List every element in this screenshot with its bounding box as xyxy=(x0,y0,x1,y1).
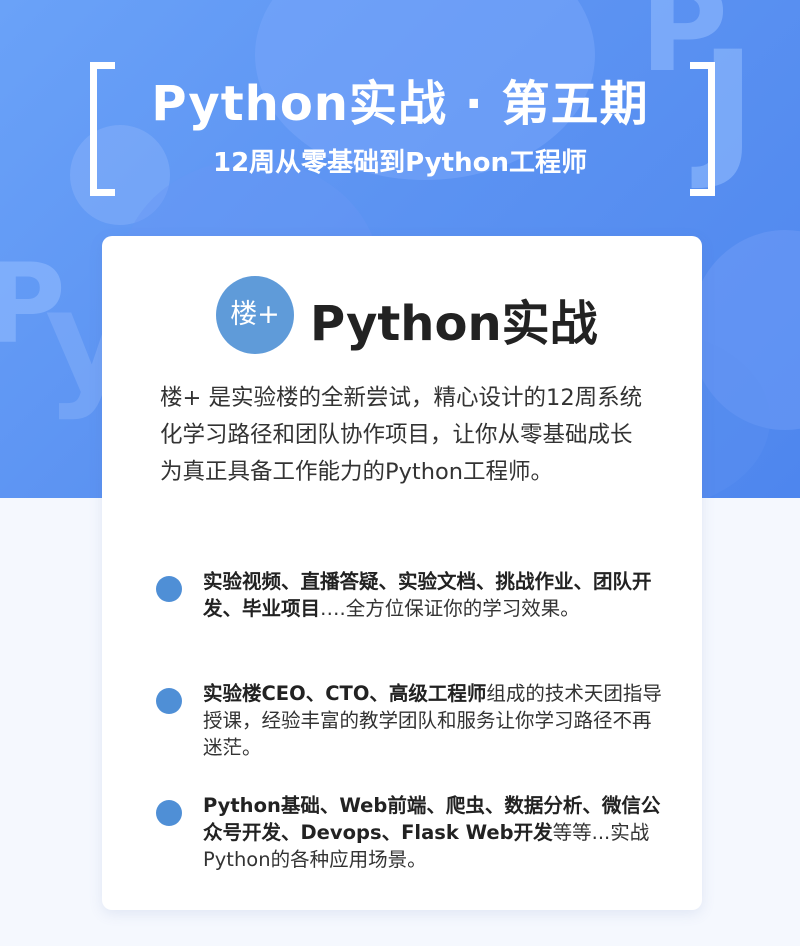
feature-highlight: 实验楼CEO、CTO、高级工程师 xyxy=(203,682,487,705)
feature-rest: ….全方位保证你的学习效果。 xyxy=(320,597,580,620)
feature-text: Python基础、Web前端、爬虫、数据分析、微信公众号开发、Devops、Fl… xyxy=(203,792,663,873)
brand-row: 楼+ Python实战 xyxy=(216,276,616,356)
course-description: 楼+ 是实验楼的全新尝试，精心设计的12周系统化学习路径和团队协作项目，让你从零… xyxy=(160,385,643,485)
feature-text: 实验视频、直播答疑、实验文档、挑战作业、团队开发、毕业项目….全方位保证你的学习… xyxy=(203,568,663,622)
course-card: 楼+ Python实战 楼+ 是实验楼的全新尝试，精心设计的12周系统化学习路径… xyxy=(102,236,702,910)
bullet-dot-icon xyxy=(156,576,182,602)
lou-plus-logo-icon: 楼+ xyxy=(216,276,294,354)
brand-title: Python实战 xyxy=(310,296,598,352)
page-subtitle: 12周从零基础到Python工程师 xyxy=(213,148,587,178)
bullet-dot-icon xyxy=(156,688,182,714)
feature-text: 实验楼CEO、CTO、高级工程师组成的技术天团指导授课，经验丰富的教学团队和服务… xyxy=(203,680,663,761)
bullet-dot-icon xyxy=(156,800,182,826)
page-title: Python实战 · 第五期 xyxy=(151,76,649,132)
